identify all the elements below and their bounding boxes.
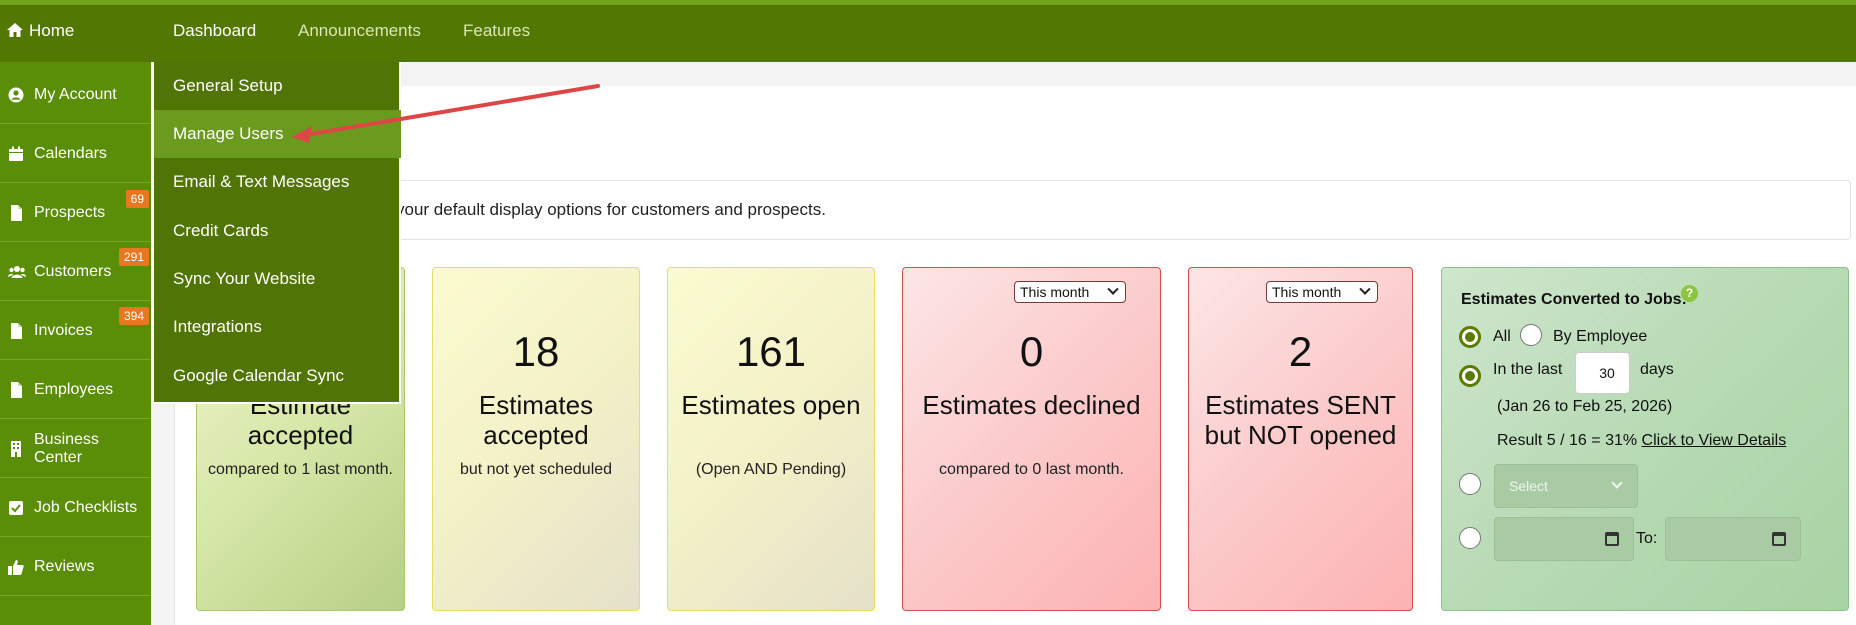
- help-icon[interactable]: ?: [1681, 285, 1698, 302]
- file-icon: [8, 204, 24, 221]
- sidebar-item-customers[interactable]: Customers 291: [0, 243, 151, 301]
- checkbox-icon: [8, 500, 24, 516]
- card-subtext: compared to 0 last month.: [939, 461, 1124, 478]
- card-estimates-sent-not-opened[interactable]: This month 2 Estimates SENT but NOT open…: [1188, 267, 1413, 611]
- menu-item-manage-users[interactable]: Manage Users: [154, 110, 401, 158]
- sidebar-item-label: Customers: [34, 262, 112, 280]
- card-estimates-accepted-not-scheduled[interactable]: 18 Estimates accepted but not yet schedu…: [432, 267, 640, 611]
- period-select[interactable]: This month: [1014, 281, 1126, 303]
- sidebar-item-job-checklists[interactable]: Job Checklists: [0, 479, 151, 537]
- end-date-input[interactable]: [1665, 517, 1801, 561]
- sidebar-item-label: Job Checklists: [34, 498, 138, 516]
- period-select-value: This month: [1020, 284, 1090, 300]
- result-text: Result 5 / 16 = 31%: [1497, 432, 1638, 449]
- calendar-icon: [1772, 532, 1786, 546]
- card-estimates-declined[interactable]: This month 0 Estimates declined compared…: [902, 267, 1161, 611]
- card-count: 18: [512, 328, 560, 375]
- card-subtext: (Open AND Pending): [695, 461, 847, 478]
- sidebar-item-calendars[interactable]: Calendars: [0, 125, 151, 183]
- period-select-value: This month: [1272, 284, 1342, 300]
- days-input[interactable]: 30: [1575, 352, 1630, 394]
- menu-item-credit-cards[interactable]: Credit Cards: [154, 207, 401, 255]
- date-range-text: (Jan 26 to Feb 25, 2026): [1497, 398, 1673, 415]
- menu-item-sync-website[interactable]: Sync Your Website: [154, 255, 401, 303]
- sidebar-item-label: My Account: [34, 85, 117, 103]
- employee-select[interactable]: Select: [1494, 464, 1638, 508]
- sidebar-item-label: Reviews: [34, 557, 95, 575]
- menu-item-integrations[interactable]: Integrations: [154, 303, 401, 351]
- estimates-converted-card: Estimates Converted to Jobs: ? All By Em…: [1441, 267, 1849, 611]
- chevron-down-icon: [1611, 477, 1623, 489]
- chevron-down-icon: [1107, 283, 1119, 295]
- calendar-icon: [8, 146, 24, 162]
- view-details-link[interactable]: Click to View Details: [1642, 432, 1787, 449]
- card-label: Estimates SENT but NOT opened: [1204, 390, 1397, 450]
- card-count: 0: [1019, 328, 1044, 375]
- sidebar-item-business-center[interactable]: Business Center: [0, 420, 151, 478]
- card-count: 161: [735, 328, 807, 375]
- sidebar-item-label: Calendars: [34, 144, 107, 162]
- prospects-count-badge: 69: [125, 190, 149, 208]
- card-count: 2: [1288, 328, 1313, 375]
- radio-by-employee-label: By Employee: [1553, 328, 1648, 345]
- chevron-down-icon: [1359, 283, 1371, 295]
- card-label: Estimates accepted: [478, 390, 594, 450]
- radio-by-employee[interactable]: [1520, 324, 1542, 346]
- notice-text: your default display options for custome…: [396, 200, 826, 219]
- menu-item-google-calendar-sync[interactable]: Google Calendar Sync: [154, 352, 401, 400]
- sidebar-item-label: Invoices: [34, 321, 93, 339]
- start-date-input[interactable]: [1494, 517, 1634, 561]
- radio-date-range[interactable]: [1459, 527, 1481, 549]
- user-circle-icon: [8, 87, 24, 103]
- file-icon: [8, 381, 24, 398]
- dashboard-dropdown-menu: General Setup Manage Users Email & Text …: [152, 62, 401, 404]
- sidebar-item-my-account[interactable]: My Account: [0, 66, 151, 124]
- sidebar-item-reviews[interactable]: Reviews: [0, 538, 151, 596]
- calendar-icon: [1605, 532, 1619, 546]
- to-label: To:: [1636, 530, 1658, 547]
- file-icon: [8, 322, 24, 339]
- in-the-last-label: In the last: [1493, 361, 1563, 378]
- sidebar-item-label: Prospects: [34, 203, 106, 221]
- card-estimates-open[interactable]: 161 Estimates open (Open AND Pending): [667, 267, 875, 611]
- tab-dashboard[interactable]: Dashboard: [173, 0, 256, 62]
- radio-select-employee[interactable]: [1459, 473, 1481, 495]
- customers-count-badge: 291: [118, 248, 149, 266]
- invoices-count-badge: 394: [118, 307, 149, 325]
- tab-features[interactable]: Features: [463, 0, 530, 62]
- building-icon: [8, 440, 24, 457]
- sidebar-item-label: Employees: [34, 380, 114, 398]
- card-label: Estimates declined: [922, 390, 1141, 420]
- employee-select-placeholder: Select: [1509, 478, 1548, 494]
- top-bar: [0, 0, 1856, 62]
- radio-in-the-last[interactable]: [1459, 365, 1481, 387]
- sidebar-item-invoices[interactable]: Invoices 394: [0, 302, 151, 360]
- sidebar-item-prospects[interactable]: Prospects 69: [0, 184, 151, 242]
- radio-all-label: All: [1493, 328, 1511, 345]
- tab-announcements[interactable]: Announcements: [298, 0, 421, 62]
- home-link[interactable]: Home: [7, 0, 74, 62]
- period-select[interactable]: This month: [1266, 281, 1378, 303]
- thumbs-up-icon: [8, 559, 24, 575]
- home-icon: [7, 1, 23, 37]
- menu-item-general-setup[interactable]: General Setup: [154, 62, 401, 110]
- conversion-title: Estimates Converted to Jobs:: [1461, 291, 1687, 308]
- sidebar-item-label: Business Center: [34, 430, 99, 466]
- home-label: Home: [29, 21, 75, 40]
- radio-all[interactable]: [1459, 326, 1481, 348]
- card-subtext: compared to 1 last month.: [208, 461, 393, 478]
- sidebar-item-employees[interactable]: Employees: [0, 361, 151, 419]
- display-options-notice: your default display options for custome…: [195, 180, 1851, 240]
- days-label: days: [1640, 361, 1674, 378]
- card-subtext: but not yet scheduled: [459, 461, 613, 478]
- menu-item-email-text-messages[interactable]: Email & Text Messages: [154, 158, 401, 206]
- users-icon: [8, 264, 26, 280]
- result-row: Result 5 / 16 = 31% Click to View Detail…: [1497, 432, 1786, 450]
- card-label: Estimates open: [681, 390, 861, 420]
